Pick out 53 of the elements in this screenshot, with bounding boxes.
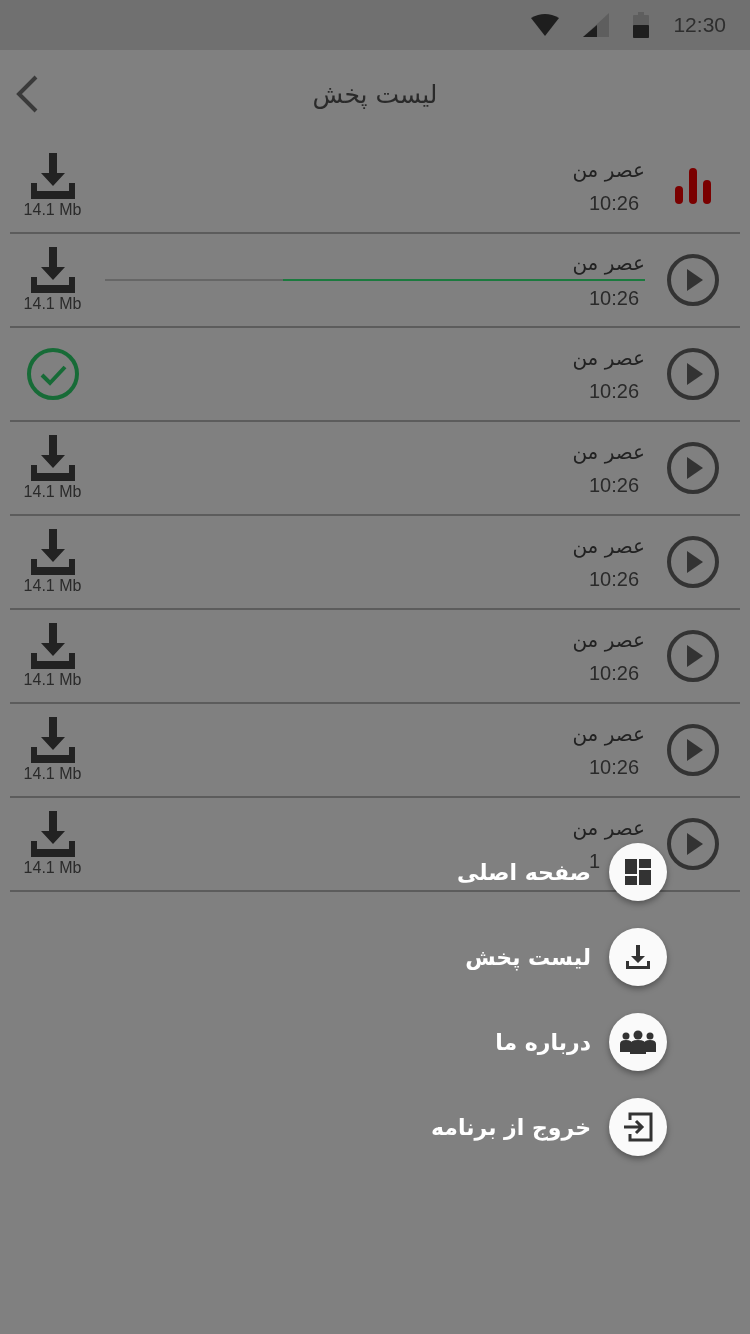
- download-icon: [626, 945, 650, 969]
- menu-label[interactable]: صفحه اصلی: [457, 859, 591, 885]
- file-size: 14.1 Mb: [23, 201, 82, 219]
- file-size: 14.1 Mb: [23, 859, 82, 877]
- file-size: 14.1 Mb: [23, 483, 82, 501]
- signal-icon: [583, 13, 610, 37]
- group-icon: [620, 1030, 656, 1054]
- menu-label[interactable]: لیست پخش: [465, 944, 591, 970]
- track-duration: 10:26: [589, 379, 641, 403]
- track-duration: 1: [589, 849, 602, 873]
- download-icon[interactable]: [30, 717, 75, 763]
- menu-label[interactable]: خروج از برنامه: [430, 1114, 591, 1140]
- file-size: 14.1 Mb: [23, 671, 82, 689]
- play-icon[interactable]: [665, 347, 720, 401]
- file-size: 14.1 Mb: [23, 765, 82, 783]
- menu-button[interactable]: [609, 843, 667, 901]
- exit-icon: [622, 1111, 654, 1143]
- play-icon[interactable]: [665, 723, 720, 777]
- track-duration: 10:26: [589, 286, 641, 310]
- file-size: 14.1 Mb: [23, 577, 82, 595]
- menu-button[interactable]: [609, 1098, 667, 1156]
- download-icon[interactable]: [30, 811, 75, 857]
- menu-label[interactable]: درباره ما: [495, 1029, 591, 1055]
- track-duration: 10:26: [589, 755, 641, 779]
- download-icon[interactable]: [30, 435, 75, 481]
- track-title: عصر من: [572, 439, 645, 464]
- track-title: عصر من: [572, 815, 645, 840]
- download-icon[interactable]: [30, 623, 75, 669]
- status-time: 12:30: [673, 13, 726, 37]
- track-duration: 10:26: [589, 567, 641, 591]
- track-duration: 10:26: [589, 661, 641, 685]
- play-icon[interactable]: [665, 535, 720, 589]
- track-title: عصر من: [572, 157, 645, 182]
- menu-button[interactable]: [609, 928, 667, 986]
- download-icon[interactable]: [30, 153, 75, 199]
- wifi-icon: [531, 14, 560, 36]
- download-icon[interactable]: [30, 529, 75, 575]
- play-icon[interactable]: [665, 441, 720, 495]
- battery-icon: [633, 12, 650, 38]
- track-title: عصر من: [572, 627, 645, 652]
- track-duration: 10:26: [589, 473, 641, 497]
- track-title: عصر من: [572, 345, 645, 370]
- download-icon[interactable]: [30, 247, 75, 293]
- play-icon[interactable]: [665, 629, 720, 683]
- track-duration: 10:26: [589, 191, 641, 215]
- play-icon[interactable]: [665, 253, 720, 307]
- menu-button[interactable]: [609, 1013, 667, 1071]
- page-title: لیست پخش: [312, 79, 438, 109]
- track-title: عصر من: [572, 250, 645, 275]
- file-size: 14.1 Mb: [23, 295, 82, 313]
- track-title: عصر من: [572, 721, 645, 746]
- dashboard-icon: [625, 859, 651, 885]
- track-title: عصر من: [572, 533, 645, 558]
